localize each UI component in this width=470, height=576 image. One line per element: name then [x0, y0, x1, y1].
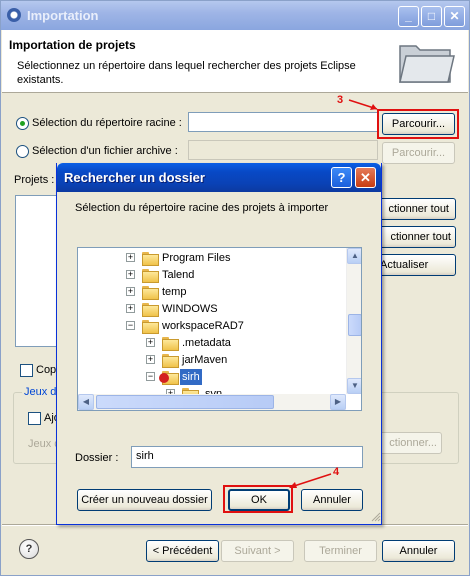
root-dir-label: Sélection du répertoire racine :	[32, 117, 182, 129]
tree-item-label: Talend	[162, 269, 195, 281]
tree-item[interactable]: + temp	[78, 284, 346, 300]
projects-label: Projets :	[14, 174, 55, 186]
tree-item-label: .metadata	[182, 337, 231, 349]
expand-icon[interactable]: +	[146, 338, 155, 347]
arrow-icon	[348, 99, 378, 110]
root-dir-input[interactable]	[188, 112, 378, 132]
dialog-help-button[interactable]: ?	[331, 167, 352, 188]
folder-icon	[162, 354, 179, 368]
hscroll-thumb[interactable]	[96, 395, 274, 409]
dialog-message: Sélection du répertoire racine des proje…	[75, 202, 329, 214]
window-title: Importation	[27, 8, 99, 23]
folder-icon	[142, 303, 159, 317]
archive-input[interactable]	[188, 140, 378, 160]
root-dir-radio[interactable]	[16, 117, 29, 130]
highlight-browse	[377, 109, 459, 139]
folder-tree[interactable]: + Program Files + Talend + temp + WINDOWS − works…	[77, 247, 362, 411]
tree-item[interactable]: + Program Files	[78, 250, 346, 266]
working-sets-title: Jeux d	[22, 386, 59, 398]
next-button[interactable]: Suivant >	[221, 540, 294, 562]
dialog-close-button[interactable]: ✕	[355, 167, 376, 188]
refresh-button[interactable]: Actualiser	[371, 254, 456, 276]
page-title: Importation de projets	[9, 38, 136, 52]
tree-item-label: temp	[162, 286, 187, 298]
folder-input-value: sirh	[136, 450, 154, 462]
expand-icon[interactable]: +	[126, 270, 135, 279]
new-folder-button[interactable]: Créer un nouveau dossier	[77, 489, 212, 511]
dialog-cancel-button[interactable]: Annuler	[301, 489, 363, 511]
archive-radio[interactable]	[16, 145, 29, 158]
back-button[interactable]: < Précédent	[146, 540, 219, 562]
tree-item[interactable]: + Talend	[78, 267, 346, 283]
arrow-icon	[289, 473, 332, 488]
highlight-ok	[223, 485, 293, 513]
folder-input[interactable]: sirh	[131, 446, 363, 468]
horizontal-scrollbar[interactable]: ◀ ▶	[78, 394, 346, 410]
scroll-up-icon[interactable]: ▲	[347, 248, 361, 264]
page-description: Sélectionnez un répertoire dans lequel r…	[17, 60, 356, 86]
scroll-left-icon[interactable]: ◀	[78, 394, 94, 410]
dialog-title: Rechercher un dossier	[64, 170, 205, 185]
tree-item[interactable]: + jarMaven	[78, 352, 346, 368]
folder-label: Dossier :	[75, 452, 119, 464]
tree-item-label: Program Files	[162, 252, 231, 264]
expand-icon[interactable]: +	[146, 355, 155, 364]
minimize-button[interactable]: _	[398, 6, 419, 27]
cancel-button[interactable]: Annuler	[382, 540, 455, 562]
folder-icon	[142, 320, 159, 334]
tree-item[interactable]: − workspaceRAD7	[78, 318, 346, 334]
scroll-right-icon[interactable]: ▶	[330, 394, 346, 410]
folder-icon	[142, 269, 159, 283]
collapse-icon[interactable]: −	[146, 372, 155, 381]
finish-button[interactable]: Terminer	[304, 540, 377, 562]
eclipse-icon	[7, 8, 21, 22]
tree-item-label: workspaceRAD7	[162, 320, 244, 332]
open-folder-icon	[399, 45, 455, 83]
scroll-down-icon[interactable]: ▼	[347, 378, 361, 394]
folder-icon	[142, 252, 159, 266]
tree-item-label: jarMaven	[182, 354, 228, 366]
close-button[interactable]: ✕	[444, 6, 465, 27]
tree-item-label: sirh	[180, 369, 202, 385]
resize-grip-icon[interactable]	[371, 512, 381, 522]
archive-label: Sélection d'un fichier archive :	[32, 145, 178, 157]
annotation-step-4: 4	[333, 466, 340, 478]
tree-item[interactable]: + WINDOWS	[78, 301, 346, 317]
help-icon[interactable]: ?	[19, 539, 39, 559]
folder-icon	[162, 337, 179, 351]
folder-icon	[142, 286, 159, 300]
scroll-thumb[interactable]	[348, 314, 361, 336]
tree-item[interactable]: − sirh	[78, 369, 346, 385]
annotation-step-3: 3	[337, 94, 344, 106]
copy-checkbox[interactable]	[20, 364, 33, 377]
browse-archive-button[interactable]: Parcourir...	[382, 142, 455, 164]
expand-icon[interactable]: +	[126, 287, 135, 296]
select-all-button[interactable]: ctionner tout	[371, 198, 456, 220]
svn-folder-icon	[159, 371, 179, 385]
browse-folder-dialog: Rechercher un dossier ? ✕ Sélection du r…	[56, 163, 382, 525]
maximize-button[interactable]: □	[421, 6, 442, 27]
wizard-header: Importation de projets Sélectionnez un r…	[2, 30, 468, 93]
tree-item-label: WINDOWS	[162, 303, 218, 315]
vertical-scrollbar[interactable]: ▲ ▼	[346, 248, 361, 394]
expand-icon[interactable]: +	[126, 253, 135, 262]
add-to-working-set-checkbox[interactable]	[28, 412, 41, 425]
window-titlebar: Importation _ □ ✕	[1, 1, 469, 30]
collapse-icon[interactable]: −	[126, 321, 135, 330]
tree-item[interactable]: + .metadata	[78, 335, 346, 351]
conflict-badge-icon	[159, 373, 169, 383]
dialog-titlebar: Rechercher un dossier ? ✕	[57, 163, 381, 192]
expand-icon[interactable]: +	[126, 304, 135, 313]
deselect-all-button[interactable]: ctionner tout	[371, 226, 456, 248]
